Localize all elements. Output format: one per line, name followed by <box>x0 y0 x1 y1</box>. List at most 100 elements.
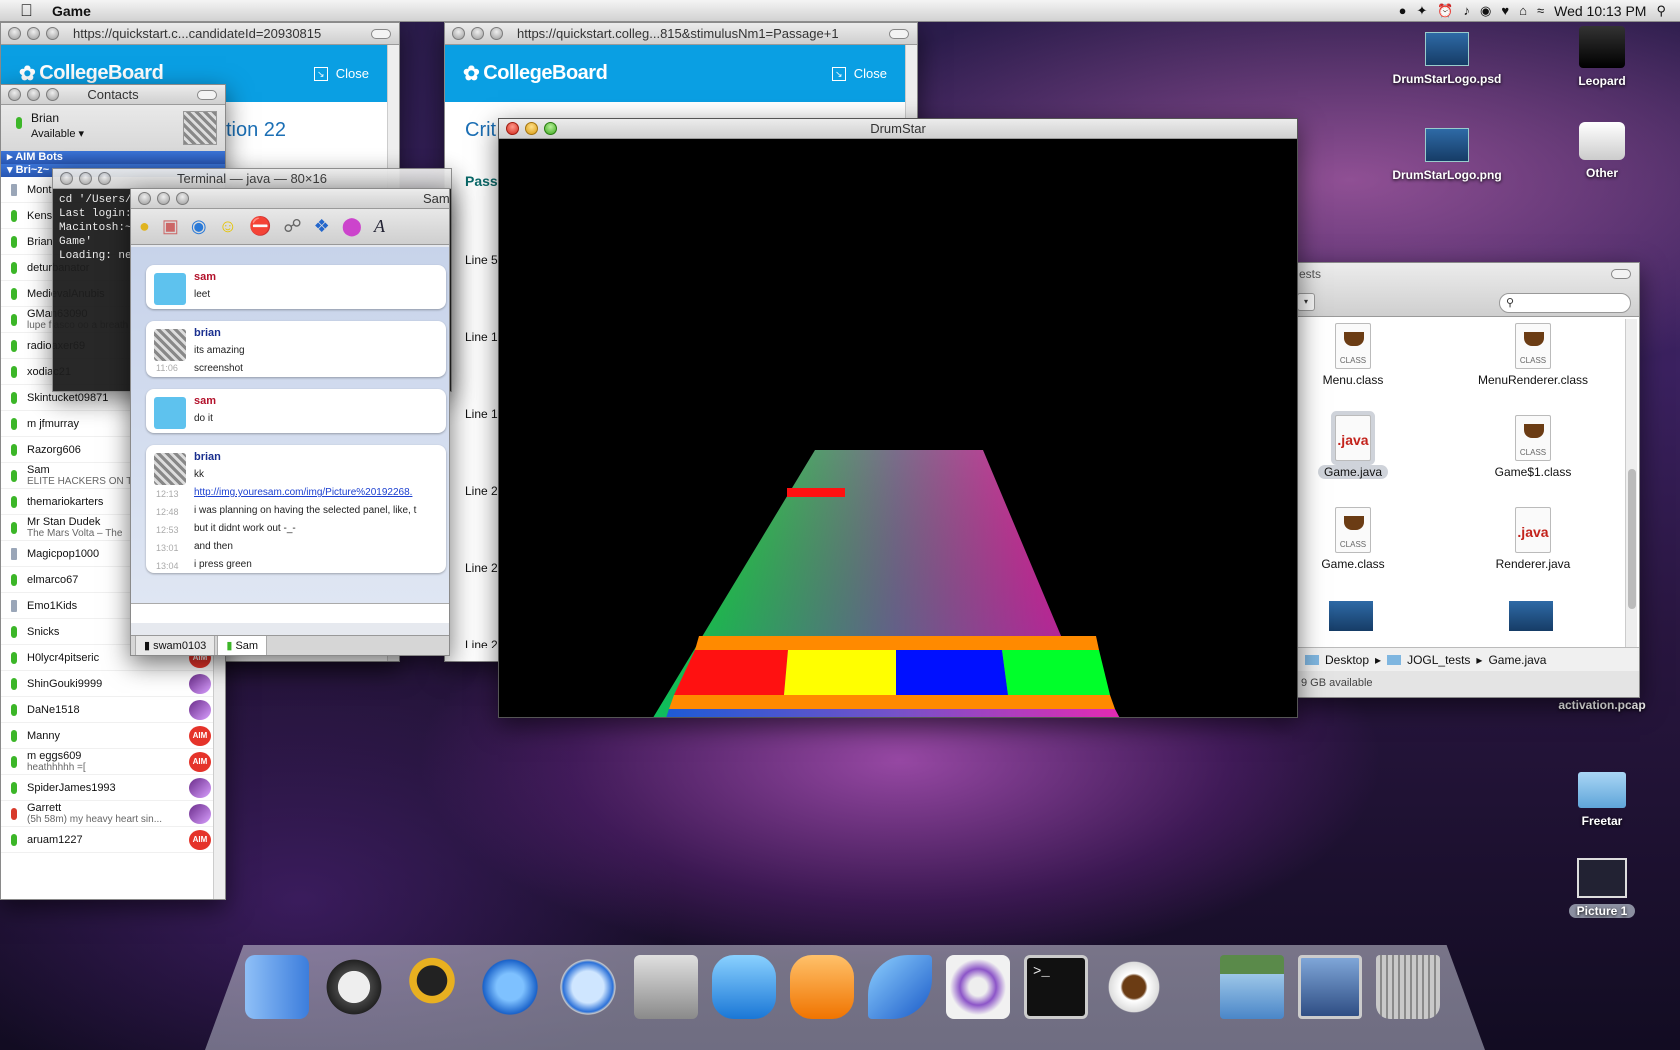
heart-icon[interactable]: ♥ <box>1501 3 1509 18</box>
zoom-window-button[interactable] <box>46 88 59 101</box>
buddy-list-item[interactable]: Garrett (5h 58m) my heavy heart sin... <box>1 801 225 827</box>
desktop-icon-freetar[interactable]: Freetar <box>1532 772 1672 828</box>
zoom-window-button[interactable] <box>544 122 557 135</box>
close-button[interactable]: ↘ Close <box>831 66 887 81</box>
file-menu-class[interactable]: CLASS Menu.class <box>1293 323 1413 387</box>
emoticon-icon[interactable]: ☺ <box>219 216 237 237</box>
xcode-icon[interactable] <box>946 955 1010 1019</box>
block-icon[interactable]: ⛔ <box>249 216 271 237</box>
powerpoint-icon[interactable] <box>790 955 854 1019</box>
zoom-window-button[interactable] <box>46 27 59 40</box>
file-game1-class[interactable]: CLASS Game$1.class <box>1473 415 1593 479</box>
image-file-icon[interactable] <box>1329 601 1373 631</box>
wifi-icon[interactable]: ≈ <box>1537 3 1544 18</box>
buddy-list-item[interactable]: Manny AIM <box>1 723 225 749</box>
buddy-list-item[interactable]: ShinGouki9999 <box>1 671 225 697</box>
music-icon[interactable]: ♪ <box>1464 3 1471 18</box>
installer-icon[interactable] <box>634 955 698 1019</box>
frog-icon[interactable]: ● <box>1399 3 1407 18</box>
minimize-window-button[interactable] <box>27 27 40 40</box>
duck-avatar-icon[interactable]: ● <box>139 216 150 237</box>
action-popup-button[interactable]: ▾ <box>1297 293 1315 311</box>
buddy-list-item[interactable]: DaNe1518 <box>1 697 225 723</box>
close-window-button[interactable] <box>452 27 465 40</box>
buddy-list-item[interactable]: SpiderJames1993 <box>1 775 225 801</box>
clock-icon[interactable] <box>556 955 620 1019</box>
status-menu[interactable]: Available ▾ <box>31 127 84 140</box>
headphones-icon[interactable] <box>322 955 386 1019</box>
compass-icon[interactable]: ❖ <box>314 216 330 237</box>
game-canvas[interactable] <box>499 139 1298 718</box>
apple-menu-icon[interactable]:  <box>20 1 38 20</box>
link-icon[interactable]: ☍ <box>283 216 301 237</box>
file-renderer-java[interactable]: .java Renderer.java <box>1473 507 1593 571</box>
desktop-icon-leopard[interactable]: Leopard <box>1532 26 1672 88</box>
color-wheel-icon[interactable]: ⬤ <box>342 216 362 237</box>
close-window-button[interactable] <box>8 88 21 101</box>
quicksilver-icon[interactable]: ◉ <box>1480 3 1491 19</box>
desktop-icon-activation-pcap[interactable]: activation.pcap <box>1532 698 1672 712</box>
home-icon[interactable]: ⌂ <box>1519 3 1527 18</box>
toolbar-toggle-button[interactable] <box>197 90 217 100</box>
close-window-button[interactable] <box>8 27 21 40</box>
minimize-window-button[interactable] <box>471 27 484 40</box>
message-input[interactable] <box>131 603 449 623</box>
safari-icon[interactable] <box>478 955 542 1019</box>
desktop-icon-picture-1[interactable]: Picture 1 <box>1532 858 1672 918</box>
close-window-button[interactable] <box>138 192 151 205</box>
screen-sharing-icon[interactable] <box>1298 955 1362 1019</box>
search-input[interactable] <box>1520 295 1624 311</box>
trash-icon[interactable] <box>1376 955 1440 1019</box>
file-game-java[interactable]: .java Game.java <box>1293 415 1413 479</box>
message-link[interactable]: http://img.youresam.com/img/Picture%2019… <box>194 487 412 498</box>
close-window-button[interactable] <box>506 122 519 135</box>
desktop-icon-other[interactable]: Other <box>1532 122 1672 180</box>
class-file-icon: CLASS <box>1515 323 1551 369</box>
terminal-icon[interactable]: >_ <box>1024 955 1088 1019</box>
zoom-window-button[interactable] <box>490 27 503 40</box>
alarm-icon[interactable]: ⏰ <box>1437 3 1453 19</box>
minimize-window-button[interactable] <box>525 122 538 135</box>
buddy-list-item[interactable]: aruam1227 AIM <box>1 827 225 853</box>
finder-icon[interactable] <box>245 955 309 1019</box>
window-titlebar: Sam <box>131 189 449 209</box>
zoom-window-button[interactable] <box>98 172 111 185</box>
tab-swam0103[interactable]: ▮ swam0103 <box>135 636 216 655</box>
group-header-aim-bots[interactable]: ▸ AIM Bots <box>1 151 225 164</box>
close-button[interactable]: ↘ Close <box>313 66 369 81</box>
adium-duck-icon[interactable] <box>400 955 464 1019</box>
file-game-class[interactable]: CLASS Game.class <box>1293 507 1413 571</box>
zoom-window-button[interactable] <box>176 192 189 205</box>
minimize-window-button[interactable] <box>79 172 92 185</box>
scrollbar-thumb[interactable] <box>1628 469 1636 609</box>
app-menu[interactable]: Game <box>52 3 91 19</box>
font-icon[interactable]: A <box>374 216 385 237</box>
toolbar-toggle-button[interactable] <box>371 29 391 39</box>
close-window-button[interactable] <box>60 172 73 185</box>
tab-sam[interactable]: ▮ Sam <box>217 636 268 655</box>
user-avatar[interactable] <box>183 111 217 145</box>
applications-folder-icon[interactable] <box>1220 955 1284 1019</box>
vertical-scrollbar[interactable] <box>1625 319 1637 647</box>
finder-search-field[interactable]: ⚲ <box>1499 293 1631 313</box>
buddy-list-item[interactable]: m eggs609 heathhhhh =[AIM <box>1 749 225 775</box>
toolbar-toggle-button[interactable] <box>889 29 909 39</box>
toolbar-toggle-button[interactable] <box>1611 269 1631 279</box>
word-icon[interactable] <box>712 955 776 1019</box>
desktop-icon-drumstarlogo-psd[interactable]: DrumStarLogo.psd <box>1377 32 1517 86</box>
chat-transcript[interactable]: sam leet brian its amazing 11:06 screens… <box>131 247 449 603</box>
path-segment-desktop[interactable]: Desktop <box>1325 653 1369 667</box>
path-segment-jogl-tests[interactable]: JOGL_tests <box>1407 653 1470 667</box>
coffee-icon[interactable] <box>1102 955 1166 1019</box>
spotlight-icon[interactable]: ⚲ <box>1656 3 1666 19</box>
minimize-window-button[interactable] <box>157 192 170 205</box>
minimize-window-button[interactable] <box>27 88 40 101</box>
file-menurenderer-class[interactable]: CLASS MenuRenderer.class <box>1473 323 1593 387</box>
message-bubble-icon[interactable]: ◉ <box>191 216 207 237</box>
path-segment-game-java[interactable]: Game.java <box>1488 653 1546 667</box>
lock-icon[interactable]: ▣ <box>162 216 179 237</box>
clock-text[interactable]: Wed 10:13 PM <box>1554 3 1646 19</box>
bird-icon[interactable]: ✦ <box>1416 3 1427 19</box>
desktop-icon-drumstarlogo-png[interactable]: DrumStarLogo.png <box>1377 128 1517 182</box>
image-file-icon[interactable] <box>1509 601 1553 631</box>
